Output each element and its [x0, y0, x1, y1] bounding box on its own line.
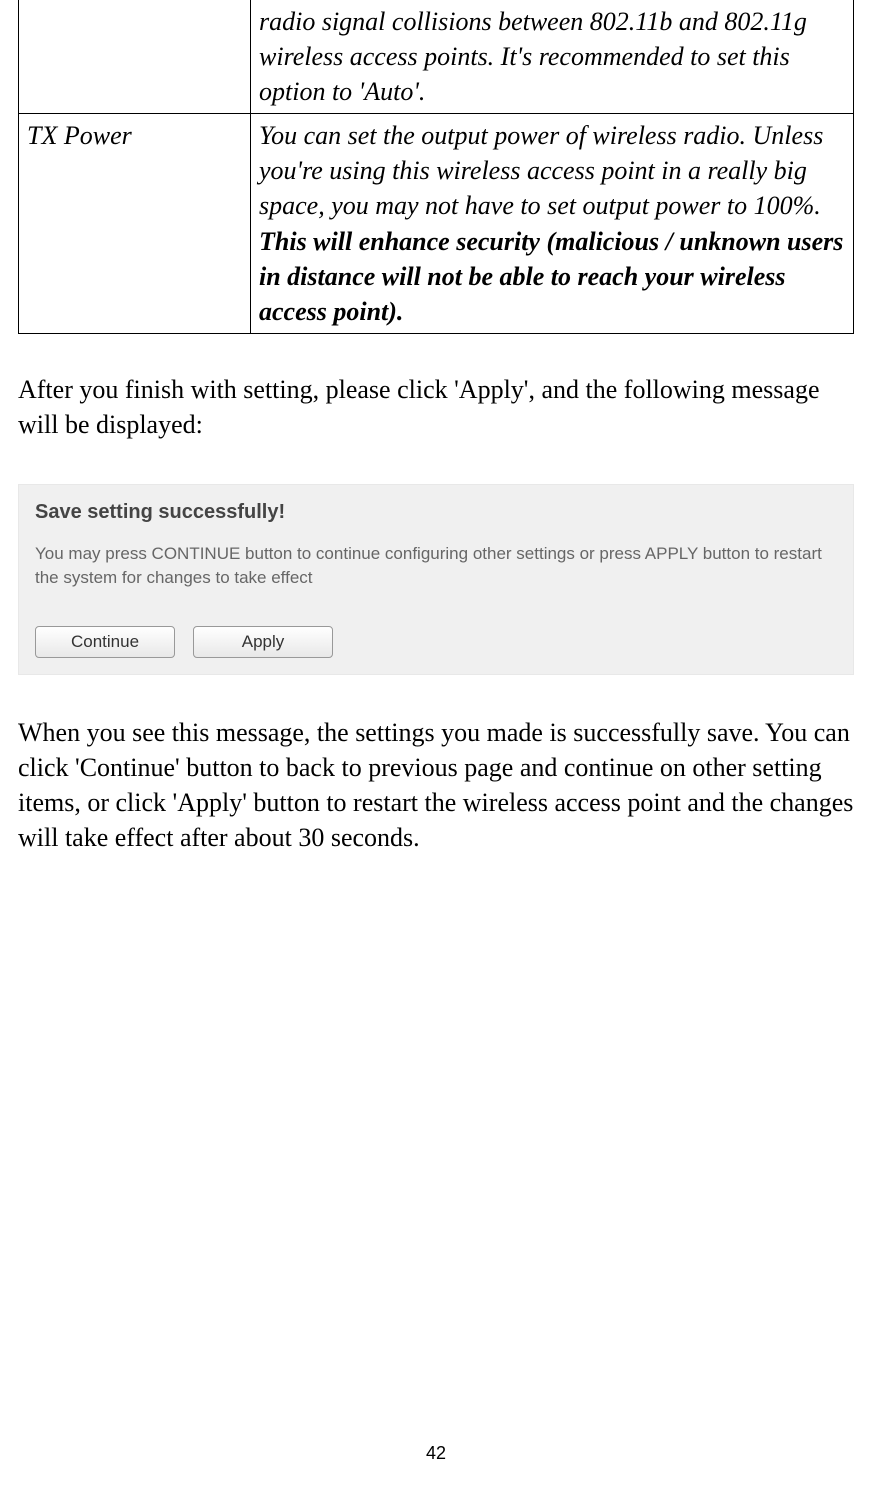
table-cell-desc: radio signal collisions between 802.11b …	[251, 0, 854, 114]
table-cell-label	[19, 0, 251, 114]
table-row: TX Power You can set the output power of…	[19, 114, 854, 334]
body-paragraph: When you see this message, the settings …	[18, 715, 854, 855]
desc-bold-text: This will enhance security (malicious / …	[259, 227, 843, 326]
dialog-text: You may press CONTINUE button to continu…	[35, 542, 845, 590]
dialog-title: Save setting successfully!	[35, 501, 845, 524]
body-paragraph: After you finish with setting, please cl…	[18, 372, 854, 442]
table-cell-label: TX Power	[19, 114, 251, 334]
settings-table: radio signal collisions between 802.11b …	[18, 0, 854, 334]
continue-button[interactable]: Continue	[35, 626, 175, 658]
desc-plain-text: You can set the output power of wireless…	[259, 121, 823, 220]
table-row: radio signal collisions between 802.11b …	[19, 0, 854, 114]
page-number: 42	[0, 1443, 872, 1464]
apply-button[interactable]: Apply	[193, 626, 333, 658]
table-cell-desc: You can set the output power of wireless…	[251, 114, 854, 334]
save-dialog: Save setting successfully! You may press…	[18, 484, 854, 675]
dialog-button-row: Continue Apply	[35, 626, 845, 658]
